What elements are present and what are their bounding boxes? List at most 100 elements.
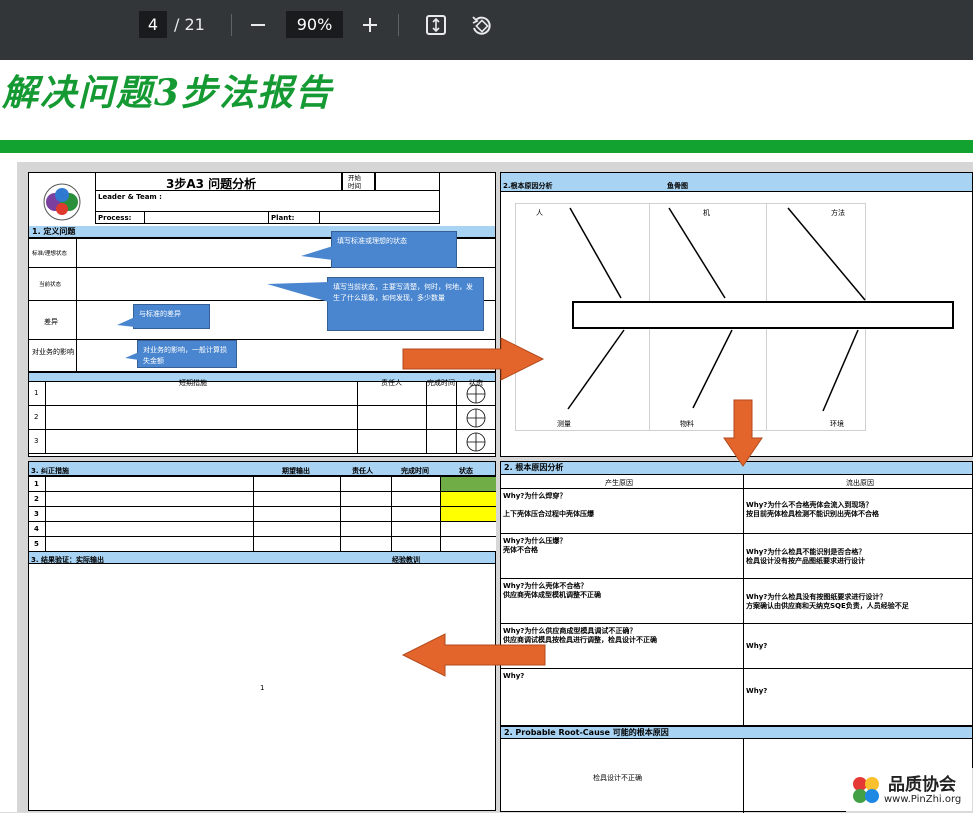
col-produce-cause-label: 产生原因 xyxy=(605,479,633,487)
verification-header: 3. 结果验证：实际输出 经验教训 xyxy=(29,551,495,564)
corrective-owner-cell xyxy=(340,506,392,522)
why-produce-text: Why?为什么压爆？ 壳体不合格 xyxy=(503,537,567,554)
col-escape-cause-label: 流出原因 xyxy=(846,479,874,487)
corrective-row-number: 4 xyxy=(29,521,46,537)
watermark-url: www.PinZhi.org xyxy=(884,794,962,805)
row-current-label-cell: 当前状态 xyxy=(29,267,77,301)
arrow-right-icon xyxy=(402,337,545,381)
probable-left-cell: 检具设计不正确 xyxy=(501,738,744,813)
plant-label-cell: Plant: xyxy=(268,211,320,224)
corrective-row-number: 5 xyxy=(29,536,46,552)
corrective-row-number: 2 xyxy=(29,491,46,507)
plant-label: Plant: xyxy=(271,214,295,222)
callout-standard-pointer xyxy=(301,246,333,260)
col-escape-cause: 流出原因 xyxy=(743,474,973,489)
short-term-row-number-text: 3 xyxy=(34,437,39,445)
corrective-date-cell xyxy=(391,536,441,552)
row-standard-label-cell: 标准/理想状态 xyxy=(29,238,77,268)
status-circle-icon xyxy=(465,432,487,454)
why-produce-cell: Why?为什么壳体不合格？ 供应商壳体成型模机调整不正确 xyxy=(501,578,744,624)
arrow-down-icon xyxy=(723,399,763,467)
zoom-out-icon[interactable] xyxy=(245,12,271,38)
why-produce-cell: Why?为什么焊穿？ 上下壳体压合过程中壳体压爆 xyxy=(501,488,744,534)
corrective-date-cell xyxy=(391,476,441,492)
col-produce-cause: 产生原因 xyxy=(501,474,744,489)
short-term-date-cell xyxy=(426,429,457,454)
section3b-title: 3. 结果验证：实际输出 xyxy=(31,556,104,564)
toolbar-divider xyxy=(231,14,232,36)
why-produce-text: Why?为什么壳体不合格？ 供应商壳体成型模机调整不正确 xyxy=(503,582,601,599)
callout-current-pointer xyxy=(267,282,329,302)
start-time-label-cell: 开始 时间 xyxy=(342,173,375,191)
fishbone-label-measure: 测量 xyxy=(557,420,571,428)
watermark-brand: 品质协会 xyxy=(888,775,956,795)
callout-impact: 对业务的影响，一般计算损失金额 xyxy=(137,340,237,368)
root-cause-panel: 2. 根本原因分析 产生原因 流出原因 Why?为什么焊穿？ 上下壳体压合过程中… xyxy=(500,461,973,813)
short-term-row-number: 1 xyxy=(29,381,46,406)
pinzhi-logo-icon xyxy=(853,777,879,803)
corrective-status-cell xyxy=(440,506,496,522)
pdf-toolbar: 4 / 21 90% xyxy=(0,0,973,60)
corrective-row-number-text: 4 xyxy=(34,525,39,533)
fit-to-page-icon[interactable] xyxy=(423,12,449,38)
short-term-action-cell xyxy=(45,405,358,430)
corrective-date-cell xyxy=(391,506,441,522)
zoom-level-input[interactable]: 90% xyxy=(286,11,343,38)
why-escape-cell: Why?为什么不合格壳体会流入到现场？ 按目前壳体检具检测不能识别出壳体不合格 xyxy=(743,488,973,534)
why-escape-text: Why? xyxy=(746,642,768,650)
watermark: 品质协会 www.PinZhi.org xyxy=(846,768,973,812)
process-label: Process: xyxy=(98,214,132,222)
corrective-action-cell xyxy=(45,491,254,507)
zoom-in-icon[interactable] xyxy=(357,12,383,38)
short-term-row-number-text: 1 xyxy=(34,389,39,397)
callout-current: 填写当前状态，主要写清楚，何时，何地，发生了什么现象，如何发现，多少数量 xyxy=(327,277,484,331)
why-escape-cell: Why? xyxy=(743,668,973,726)
why-escape-cell: Why?为什么检具不能识别是否合格？ 检具设计没有按产品图纸要求进行设计 xyxy=(743,533,973,579)
corrective-output-cell xyxy=(253,536,341,552)
process-value xyxy=(144,211,269,224)
why-produce-text: Why?为什么焊穿？ 上下壳体压合过程中壳体压爆 xyxy=(503,492,594,518)
corrective-action-cell xyxy=(45,476,254,492)
start-time-label: 开始 时间 xyxy=(348,174,361,190)
corrective-owner-cell xyxy=(340,536,392,552)
fishbone-label-material: 物料 xyxy=(680,420,694,428)
page-total: / 21 xyxy=(174,15,205,34)
why-escape-text: Why?为什么不合格壳体会流入到现场？ 按目前壳体检具检测不能识别出壳体不合格 xyxy=(746,501,879,518)
why-escape-cell: Why? xyxy=(743,623,973,669)
corrective-owner-cell xyxy=(340,476,392,492)
arrow-left-icon xyxy=(401,633,546,677)
short-term-row-number-text: 2 xyxy=(34,413,39,421)
fishbone-label-environment: 环境 xyxy=(830,420,844,428)
leader-team-cell: Leader & Team : xyxy=(95,190,440,212)
page-number: 1 xyxy=(260,684,265,692)
status-circle-icon xyxy=(465,408,487,430)
short-term-row-number: 2 xyxy=(29,405,46,430)
fishbone-head-box xyxy=(572,301,954,329)
title-underline-bar xyxy=(0,140,973,153)
short-term-action-cell xyxy=(45,429,358,454)
corrective-status-cell xyxy=(440,536,496,552)
short-term-action-cell xyxy=(45,381,358,406)
short-term-status-cell xyxy=(456,429,496,454)
pdf-page: 解决问题3步法报告 3步A3 问题分析 开始 时间 Leader & Team … xyxy=(0,60,973,813)
corrective-owner-cell xyxy=(340,521,392,537)
callout-diff: 与标准的差异 xyxy=(133,304,210,329)
form-title-cell: 3步A3 问题分析 xyxy=(95,173,342,191)
company-logo-icon xyxy=(37,181,87,223)
why-escape-cell: Why?为什么检具没有按图纸要求进行设计？ 方案确认由供应商和天纳克SQE负责，… xyxy=(743,578,973,624)
corrective-output-cell xyxy=(253,506,341,522)
rotate-icon[interactable] xyxy=(468,12,494,38)
short-term-date-cell xyxy=(426,405,457,430)
corrective-action-cell xyxy=(45,521,254,537)
row-impact-label-cell: 对业务的影响 xyxy=(29,339,77,372)
row-diff-label: 差异 xyxy=(44,318,58,326)
why-produce-cell: Why?为什么压爆？ 壳体不合格 xyxy=(501,533,744,579)
why-escape-text: Why?为什么检具不能识别是否合格？ 检具设计没有按产品图纸要求进行设计 xyxy=(746,548,866,565)
corrective-output-cell xyxy=(253,476,341,492)
page-number-input[interactable]: 4 xyxy=(139,11,167,38)
lessons-label: 经验教训 xyxy=(392,556,420,564)
short-term-status-cell xyxy=(456,405,496,430)
callout-impact-pointer xyxy=(125,352,139,360)
a3-sheet: 3步A3 问题分析 开始 时间 Leader & Team : Process:… xyxy=(17,162,973,813)
probable-cause-text: 检具设计不正确 xyxy=(593,774,642,782)
